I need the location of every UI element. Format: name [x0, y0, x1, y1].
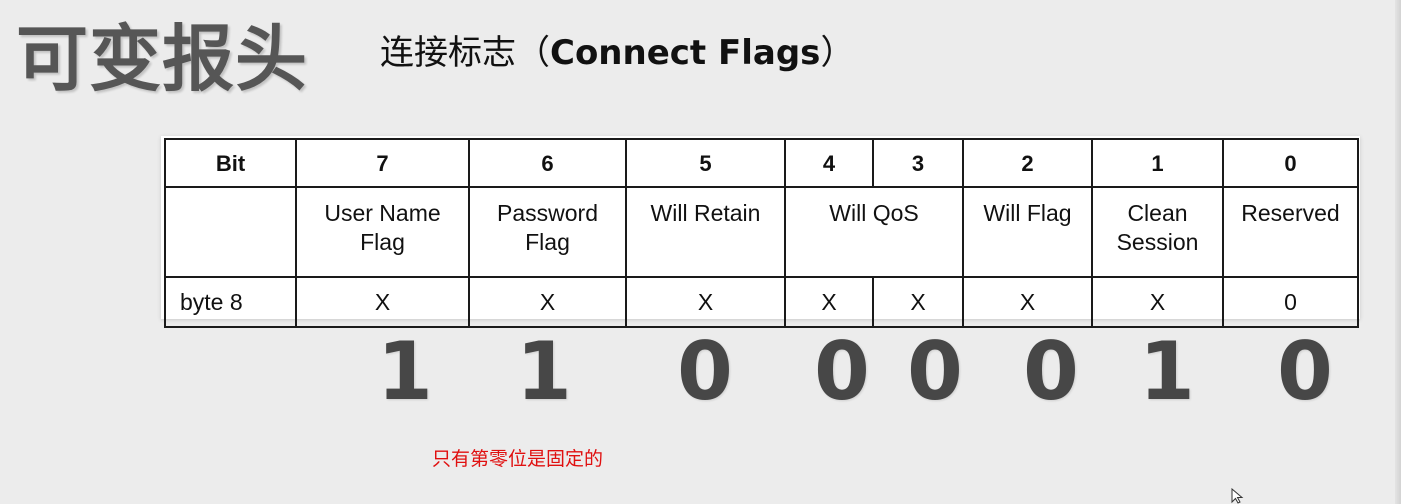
bit-3-value: 0 [907, 325, 963, 418]
byte-8-bit-3-cell: X [872, 276, 964, 328]
section-subtitle: 连接标志（Connect Flags） [380, 30, 854, 76]
user-name-flag-cell: User Name Flag [295, 186, 470, 278]
connect-flags-table: Bit 7 6 5 4 3 2 1 0 User Name Flag Passwo… [164, 138, 1359, 328]
bit-6-value: 1 [516, 325, 572, 418]
byte-8-bit-5-cell: X [625, 276, 786, 328]
connect-flags-table-card: Bit 7 6 5 4 3 2 1 0 User Name Flag Passwo… [161, 136, 1360, 328]
bit-0-value: 0 [1277, 325, 1333, 418]
password-flag-line-2: Flag [525, 229, 570, 255]
bit-5-cell: 5 [625, 138, 786, 188]
password-flag-cell: Password Flag [468, 186, 627, 278]
byte-8-bit-2-cell: X [962, 276, 1093, 328]
password-flag-line-1: Password [497, 200, 598, 226]
bit-6-cell: 6 [468, 138, 627, 188]
subtitle-suffix: ） [820, 33, 855, 73]
flag-name-blank-cell [164, 186, 297, 278]
byte-8-label-cell: byte 8 [164, 276, 297, 328]
byte-8-bit-1-cell: X [1091, 276, 1224, 328]
clean-session-line-1: Clean [1127, 200, 1188, 226]
bit-0-cell: 0 [1222, 138, 1359, 188]
bit-header-cell: Bit [164, 138, 297, 188]
bit-7-value: 1 [377, 325, 433, 418]
user-name-flag-line-2: Flag [360, 229, 405, 255]
will-qos-cell: Will QoS [784, 186, 964, 278]
user-name-flag-line-1: User Name [324, 200, 441, 226]
byte-8-bit-6-cell: X [468, 276, 627, 328]
subtitle-prefix: 连接标志（ [380, 33, 550, 73]
bit-2-value: 0 [1023, 325, 1079, 418]
annotation-note: 只有第零位是固定的 [432, 448, 604, 470]
byte-8-bit-0-cell: 0 [1222, 276, 1359, 328]
mouse-pointer-icon [1231, 488, 1244, 504]
reserved-cell: Reserved [1222, 186, 1359, 278]
will-retain-cell: Will Retain [625, 186, 786, 278]
bit-5-value: 0 [677, 325, 733, 418]
flag-name-row: User Name Flag Password Flag Will Retain W… [164, 186, 1359, 278]
page-title: 可变报头 [16, 17, 309, 101]
bit-4-value: 0 [814, 325, 870, 418]
bit-7-cell: 7 [295, 138, 470, 188]
will-flag-cell: Will Flag [962, 186, 1093, 278]
byte-8-bit-4-cell: X [784, 276, 874, 328]
clean-session-cell: Clean Session [1091, 186, 1224, 278]
bit-1-cell: 1 [1091, 138, 1224, 188]
byte-8-row: byte 8 X X X X X X X 0 [164, 276, 1359, 328]
bit-2-cell: 2 [962, 138, 1093, 188]
right-edge-shadow [1395, 0, 1401, 504]
bit-number-row: Bit 7 6 5 4 3 2 1 0 [164, 138, 1359, 188]
bit-1-value: 1 [1139, 325, 1195, 418]
byte-8-bit-7-cell: X [295, 276, 470, 328]
clean-session-line-2: Session [1116, 229, 1199, 255]
subtitle-english: Connect Flags [550, 33, 821, 73]
bit-4-cell: 4 [784, 138, 874, 188]
bit-3-cell: 3 [872, 138, 964, 188]
